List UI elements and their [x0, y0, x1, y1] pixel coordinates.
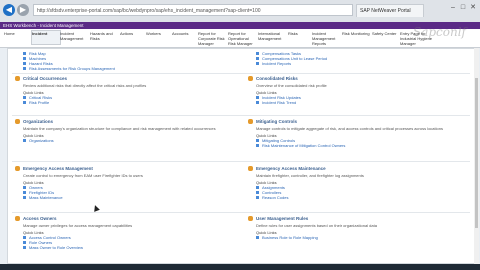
browser-chrome: ◀ ▶ http://sfdsdv.enterprise-portal.com/…: [0, 0, 480, 23]
section-title[interactable]: Emergency Access Maintenance: [256, 166, 480, 172]
section-icon: [15, 166, 20, 171]
quick-link[interactable]: Reason Codes: [256, 195, 480, 200]
section-icon: [248, 166, 253, 171]
section-title[interactable]: User Management Rules: [256, 216, 480, 222]
divider: [12, 73, 470, 74]
divider: [12, 115, 470, 116]
section-description: Create control to emergency from EAM use…: [23, 173, 143, 178]
watermark: Sapconlf: [412, 25, 466, 39]
forward-icon[interactable]: ▶: [17, 4, 29, 16]
window-controls: – □ ✕: [448, 3, 478, 11]
section-icon: [248, 119, 253, 124]
minimize-icon[interactable]: –: [448, 4, 458, 11]
menu-item[interactable]: Actions: [120, 31, 148, 36]
divider: [12, 212, 470, 213]
section-title[interactable]: Mitigating Controls: [256, 119, 480, 125]
maximize-icon[interactable]: □: [458, 4, 468, 11]
vertical-scrollbar[interactable]: [474, 48, 479, 264]
section-critical-occurrences: Critical Occurrences Review additional r…: [15, 76, 247, 105]
section-title[interactable]: Emergency Access Management: [23, 166, 247, 172]
section-title[interactable]: Access Owners: [23, 216, 247, 222]
menu-item[interactable]: Hazards and Risks: [90, 31, 118, 41]
section-title[interactable]: Consolidated Risks: [256, 76, 480, 82]
section-description: Review additional risks that directly af…: [23, 83, 147, 88]
menu-item[interactable]: Risk Monitoring: [342, 31, 370, 36]
quick-link[interactable]: Incident Reports: [256, 61, 480, 66]
app-titlebar: EHS Workbench - Incident Management: [0, 22, 480, 29]
quick-link[interactable]: Incident Risk Trend: [256, 100, 480, 105]
section-emergency-access-maintenance: Emergency Access Maintenance Maintain fi…: [248, 166, 480, 200]
quick-link[interactable]: Business Role to Role Mapping: [256, 235, 480, 240]
divider: [12, 161, 470, 162]
quick-link[interactable]: Organizations: [23, 138, 247, 143]
section-consolidated-risks: Consolidated Risks Overview of the conso…: [248, 76, 480, 105]
section-description: Define rules for user assignments based …: [256, 223, 377, 228]
taskbar: [0, 264, 480, 270]
scrollbar-thumb[interactable]: [475, 78, 478, 228]
section-access-owners: Access Owners Manage owner privileges fo…: [15, 216, 247, 250]
menu-item[interactable]: International Management: [258, 31, 286, 41]
section-left-top: Risk Map Machines Hazard Risks Risk Asse…: [23, 51, 247, 71]
quick-link[interactable]: Risk Assessments for Risk Groups Managem…: [23, 66, 247, 71]
back-icon[interactable]: ◀: [3, 4, 15, 16]
section-description: Maintain the company's organization stru…: [23, 126, 216, 131]
section-emergency-access-management: Emergency Access Management Create contr…: [15, 166, 247, 200]
section-icon: [15, 119, 20, 124]
quick-link[interactable]: Mass Owner to Role Overview: [23, 245, 247, 250]
menu-item[interactable]: Incident Management Reports: [312, 31, 340, 46]
menu-bar: Home Incident Incident Management Hazard…: [0, 29, 480, 48]
quick-link[interactable]: Risk Profile: [23, 100, 247, 105]
section-icon: [248, 76, 253, 81]
section-description: Manage controls to mitigate aggregate of…: [256, 126, 443, 131]
menu-item[interactable]: Accounts: [172, 31, 200, 36]
menu-item[interactable]: Report for Operational Risk Manager: [228, 31, 256, 46]
browser-tab[interactable]: SAP NetWeaver Portal: [356, 4, 424, 17]
section-organizations: Organizations Maintain the company's org…: [15, 119, 247, 143]
section-mitigating-controls: Mitigating Controls Manage controls to m…: [248, 119, 480, 148]
section-icon: [248, 216, 253, 221]
section-description: Maintain firefighter, controller, and fi…: [256, 173, 364, 178]
app-title: EHS Workbench - Incident Management: [3, 23, 84, 28]
menu-item[interactable]: Safety Center: [372, 31, 400, 36]
quick-link[interactable]: Mass Maintenance: [23, 195, 247, 200]
quick-link[interactable]: Risk Maintenance of Mitigation Control O…: [256, 143, 480, 148]
section-right-top: Compensations Tasks Compensations Unit t…: [256, 51, 480, 66]
menu-item[interactable]: Workers: [146, 31, 174, 36]
section-description: Overview of the consolidated risk profil…: [256, 83, 327, 88]
section-title[interactable]: Critical Occurrences: [23, 76, 247, 82]
section-icon: [15, 216, 20, 221]
section-user-management-rules: User Management Rules Define rules for u…: [248, 216, 480, 240]
menu-item[interactable]: Report for Corporate Risk Manager: [198, 31, 226, 46]
section-icon: [15, 76, 20, 81]
section-title[interactable]: Organizations: [23, 119, 247, 125]
menu-item[interactable]: Home: [4, 31, 32, 36]
address-bar[interactable]: http://sfdsdv.enterprise-portal.com/sap/…: [33, 4, 353, 16]
menu-item[interactable]: Incident: [31, 30, 61, 45]
section-description: Manage owner privileges for access manag…: [23, 223, 133, 228]
menu-item[interactable]: Incident Management: [60, 31, 88, 41]
main-content: Risk Map Machines Hazard Risks Risk Asse…: [7, 48, 475, 264]
close-icon[interactable]: ✕: [468, 3, 478, 11]
